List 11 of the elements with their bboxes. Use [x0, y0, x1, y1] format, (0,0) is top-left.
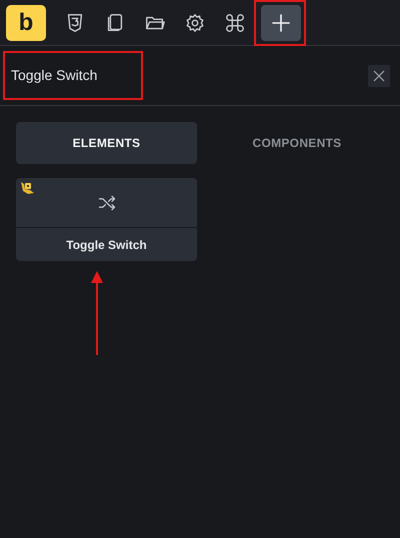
close-button[interactable]: [368, 64, 390, 86]
element-card[interactable]: Toggle Switch: [16, 178, 197, 261]
settings-icon: [184, 12, 206, 34]
close-icon: [372, 68, 386, 82]
command-icon: [224, 12, 246, 34]
toolbar-button[interactable]: [261, 4, 301, 40]
logo[interactable]: b: [6, 4, 46, 40]
shuffle-icon: [96, 192, 116, 212]
search-field[interactable]: Toggle Switch: [5, 53, 141, 98]
tab[interactable]: COMPONENTS: [197, 122, 397, 164]
tab[interactable]: ELEMENTS: [16, 122, 197, 164]
